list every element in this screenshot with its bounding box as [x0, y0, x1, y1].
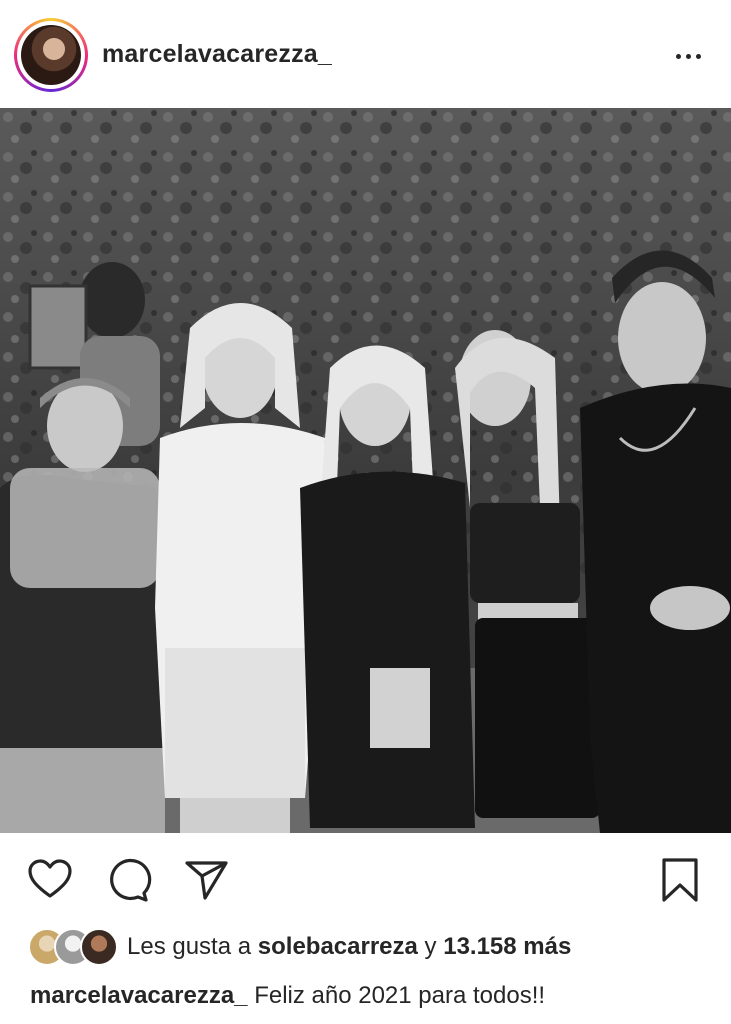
- avatar: [80, 928, 118, 966]
- comment-icon[interactable]: [104, 856, 152, 904]
- liker-username[interactable]: solebacarreza: [258, 933, 418, 960]
- post-actions: [0, 833, 731, 923]
- post-header: marcelavacarezza_: [0, 0, 731, 108]
- likes-prefix: Les gusta a: [127, 933, 252, 960]
- likes-row: Les gusta a solebacarreza y 13.158 más: [28, 926, 718, 966]
- story-avatar[interactable]: [14, 18, 88, 92]
- caption-username[interactable]: marcelavacarezza_: [30, 982, 248, 1009]
- heart-icon[interactable]: [26, 856, 74, 904]
- liker-avatars[interactable]: [28, 928, 120, 966]
- post-caption: marcelavacarezza_ Feliz año 2021 para to…: [30, 982, 545, 1010]
- post-photo[interactable]: [0, 108, 731, 833]
- likes-conjunction: y: [424, 933, 437, 960]
- avatar-border: [17, 21, 85, 89]
- avatar: [21, 25, 81, 85]
- caption-text: Feliz año 2021 para todos!!: [254, 982, 546, 1009]
- family-photo: [0, 108, 731, 833]
- send-icon[interactable]: [182, 856, 230, 904]
- likes-count[interactable]: 13.158 más: [443, 933, 571, 960]
- likes-summary: Les gusta a solebacarreza y 13.158 más: [127, 933, 571, 961]
- more-horizontal-icon[interactable]: [668, 44, 708, 68]
- bookmark-icon[interactable]: [656, 856, 704, 904]
- post-username[interactable]: marcelavacarezza_: [102, 40, 332, 69]
